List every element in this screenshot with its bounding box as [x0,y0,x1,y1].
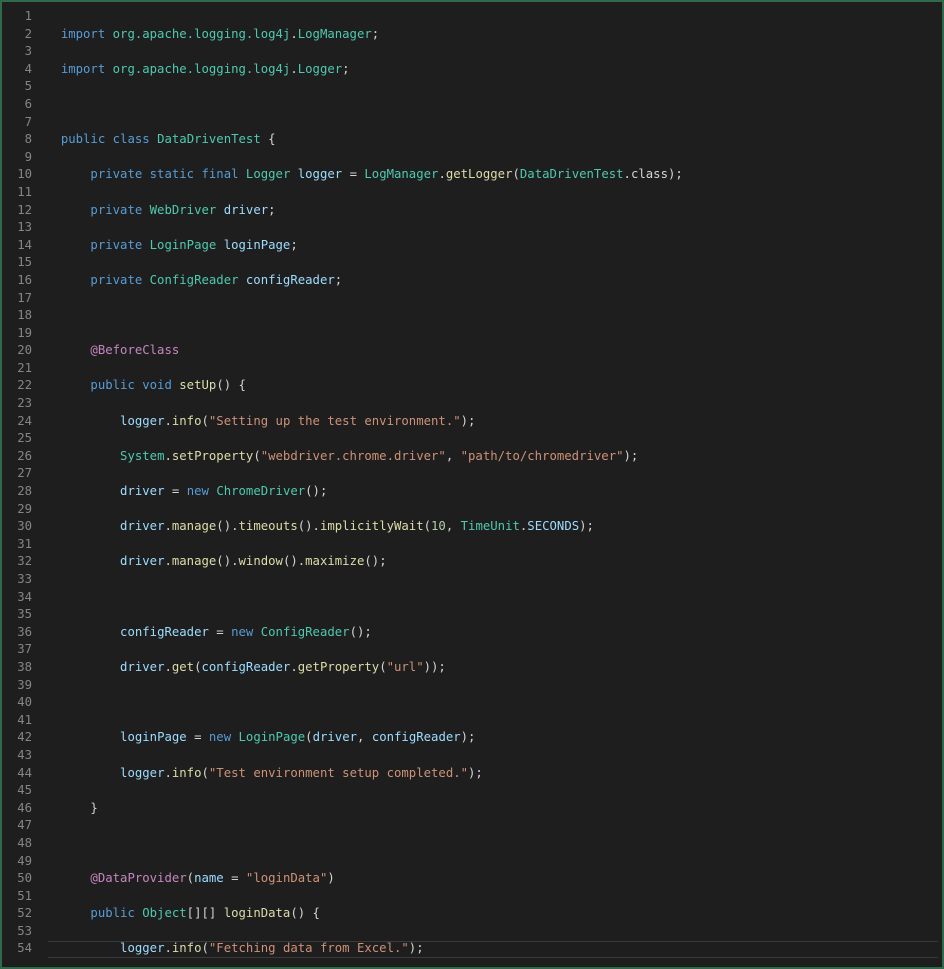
line-number: 26 [2,448,46,466]
code-line[interactable] [46,694,942,712]
code-line[interactable]: import org.apache.logging.log4j.LogManag… [46,26,942,44]
code-line[interactable]: logger.info("Test environment setup comp… [46,765,942,783]
code-line[interactable]: private LoginPage loginPage; [46,237,942,255]
line-number: 48 [2,835,46,853]
line-number: 22 [2,377,46,395]
line-number: 42 [2,729,46,747]
code-line[interactable]: logger.info("Fetching data from Excel.")… [46,940,942,958]
line-number: 41 [2,712,46,730]
line-number: 20 [2,342,46,360]
code-line[interactable]: public class DataDrivenTest { [46,131,942,149]
code-line[interactable] [46,96,942,114]
code-line[interactable]: public void setUp() { [46,377,942,395]
code-line[interactable]: driver.get(configReader.getProperty("url… [46,659,942,677]
line-number: 30 [2,518,46,536]
line-number: 3 [2,43,46,61]
code-line[interactable] [46,589,942,607]
code-editor[interactable]: 1 2 3 4 5 6 7 8 9 10 11 12 13 14 15 16 1… [0,0,944,969]
line-number: 40 [2,694,46,712]
line-number: 53 [2,923,46,941]
line-number: 52 [2,905,46,923]
line-number: 33 [2,571,46,589]
line-number: 5 [2,78,46,96]
code-line[interactable]: @BeforeClass [46,342,942,360]
line-number: 51 [2,888,46,906]
line-number: 14 [2,237,46,255]
line-number: 46 [2,800,46,818]
line-number: 50 [2,870,46,888]
line-number: 13 [2,219,46,237]
line-number: 47 [2,817,46,835]
line-number: 38 [2,659,46,677]
line-number: 7 [2,114,46,132]
line-number: 23 [2,395,46,413]
line-number: 31 [2,536,46,554]
line-number: 25 [2,430,46,448]
line-number: 54 [2,940,46,958]
line-number: 17 [2,290,46,308]
code-line[interactable]: private static final Logger logger = Log… [46,166,942,184]
code-line[interactable]: System.setProperty("webdriver.chrome.dri… [46,448,942,466]
code-line[interactable]: private ConfigReader configReader; [46,272,942,290]
code-area[interactable]: 1 2 3 4 5 6 7 8 9 10 11 12 13 14 15 16 1… [2,2,942,969]
line-number: 8 [2,131,46,149]
line-number-gutter: 1 2 3 4 5 6 7 8 9 10 11 12 13 14 15 16 1… [2,8,46,969]
line-number: 18 [2,307,46,325]
line-number: 9 [2,149,46,167]
code-line[interactable]: public Object[][] loginData() { [46,905,942,923]
code-line[interactable] [46,835,942,853]
line-number: 34 [2,589,46,607]
line-number: 39 [2,677,46,695]
line-number: 21 [2,360,46,378]
code-line[interactable]: driver.manage().window().maximize(); [46,553,942,571]
line-number: 37 [2,641,46,659]
code-line[interactable]: driver = new ChromeDriver(); [46,483,942,501]
line-number: 12 [2,202,46,220]
code-line[interactable]: driver.manage().timeouts().implicitlyWai… [46,518,942,536]
line-number: 24 [2,413,46,431]
line-number: 36 [2,624,46,642]
line-number: 6 [2,96,46,114]
code-line[interactable] [46,307,942,325]
code-line[interactable]: @DataProvider(name = "loginData") [46,870,942,888]
line-number: 11 [2,184,46,202]
line-number: 27 [2,465,46,483]
line-number: 16 [2,272,46,290]
code-line[interactable]: import org.apache.logging.log4j.Logger; [46,61,942,79]
code-line[interactable]: } [46,800,942,818]
line-number: 43 [2,747,46,765]
line-number: 35 [2,606,46,624]
code-line[interactable]: private WebDriver driver; [46,202,942,220]
line-number: 19 [2,325,46,343]
line-number: 4 [2,61,46,79]
line-number: 15 [2,254,46,272]
line-number: 32 [2,553,46,571]
line-number: 49 [2,853,46,871]
line-number: 44 [2,765,46,783]
line-number: 29 [2,501,46,519]
code-line[interactable]: loginPage = new LoginPage(driver, config… [46,729,942,747]
line-number: 10 [2,166,46,184]
line-number: 45 [2,782,46,800]
line-number: 1 [2,8,46,26]
line-number: 28 [2,483,46,501]
line-number: 2 [2,26,46,44]
code-line[interactable]: logger.info("Setting up the test environ… [46,413,942,431]
code-line[interactable]: configReader = new ConfigReader(); [46,624,942,642]
code-lines[interactable]: import org.apache.logging.log4j.LogManag… [46,8,942,969]
